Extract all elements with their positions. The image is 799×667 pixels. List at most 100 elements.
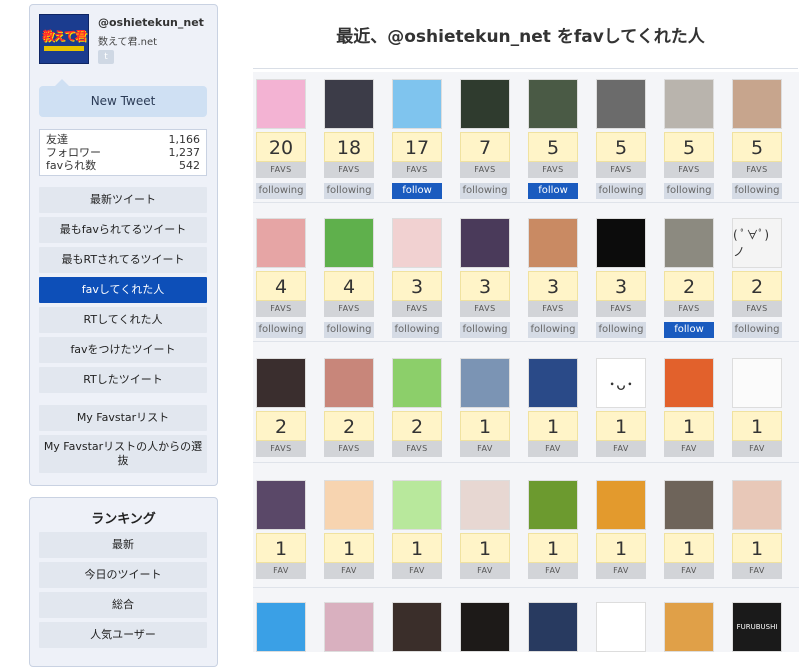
faver-cell: 5 FAVS following (664, 79, 714, 199)
following-button[interactable]: following (596, 183, 646, 199)
faver-cell: 3 FAVS following (596, 218, 646, 338)
user-avatar[interactable] (664, 218, 714, 268)
profile-handle[interactable]: @oshietekun_net (98, 16, 204, 29)
user-avatar[interactable] (256, 358, 306, 408)
user-avatar[interactable] (596, 218, 646, 268)
user-avatar[interactable] (392, 480, 442, 530)
ranking-item-overall[interactable]: 総合 (39, 592, 207, 618)
following-button[interactable]: following (732, 322, 782, 338)
user-avatar[interactable] (664, 602, 714, 652)
fav-label: FAV (324, 563, 374, 579)
new-tweet-button[interactable]: New Tweet (39, 79, 207, 117)
fav-count: 1 (392, 533, 442, 563)
fav-count: 1 (324, 533, 374, 563)
menu-item-most-rt[interactable]: 最もRTされてるツイート (39, 247, 207, 273)
user-avatar[interactable] (596, 480, 646, 530)
faver-cell (596, 602, 646, 652)
row-divider (253, 341, 799, 342)
menu-item-most-faved[interactable]: 最もfavられてるツイート (39, 217, 207, 243)
following-button[interactable]: following (324, 183, 374, 199)
user-avatar[interactable] (324, 480, 374, 530)
user-avatar[interactable] (392, 602, 442, 652)
user-avatar[interactable] (528, 218, 578, 268)
menu-item-favstar-list[interactable]: My Favstarリスト (39, 405, 207, 431)
stats-box: 友達 1,166 フォロワー 1,237 favられ数 542 (39, 129, 207, 176)
user-avatar[interactable] (664, 358, 714, 408)
faver-cell (392, 602, 442, 652)
user-avatar[interactable]: ･ᴗ･ (596, 358, 646, 408)
following-button[interactable]: following (664, 183, 714, 199)
user-avatar[interactable] (460, 218, 510, 268)
user-avatar[interactable] (664, 79, 714, 129)
user-avatar[interactable] (460, 79, 510, 129)
user-avatar[interactable] (528, 602, 578, 652)
user-avatar[interactable] (528, 480, 578, 530)
user-avatar[interactable] (528, 79, 578, 129)
user-avatar[interactable] (256, 79, 306, 129)
fav-count: 2 (664, 271, 714, 301)
user-avatar[interactable] (392, 79, 442, 129)
ranking-item-popular-users[interactable]: 人気ユーザー (39, 622, 207, 648)
avatar[interactable]: 教えて君 (39, 14, 89, 64)
user-avatar[interactable] (528, 358, 578, 408)
fav-count: 1 (256, 533, 306, 563)
following-button[interactable]: following (460, 183, 510, 199)
fav-count: 5 (528, 132, 578, 162)
user-avatar[interactable] (732, 358, 782, 408)
ranking-item-latest[interactable]: 最新 (39, 532, 207, 558)
fav-count: 3 (392, 271, 442, 301)
menu-item-faved-by[interactable]: favしてくれた人 (39, 277, 207, 303)
menu-gap (39, 397, 207, 405)
page-title: 最近、@oshietekun_net をfavしてくれた人 (336, 27, 705, 47)
user-avatar[interactable] (392, 358, 442, 408)
following-button[interactable]: following (732, 183, 782, 199)
fav-label: FAVS (324, 301, 374, 317)
following-button[interactable]: following (528, 322, 578, 338)
following-button[interactable]: following (324, 322, 374, 338)
user-avatar[interactable] (460, 480, 510, 530)
fav-label: FAVS (596, 162, 646, 178)
user-avatar[interactable] (732, 480, 782, 530)
follow-button[interactable]: follow (528, 183, 578, 199)
ranking-item-today[interactable]: 今日のツイート (39, 562, 207, 588)
menu-item-rt-by[interactable]: RTしてくれた人 (39, 307, 207, 333)
user-avatar[interactable] (256, 218, 306, 268)
user-avatar[interactable] (256, 480, 306, 530)
fav-label: FAVS (324, 162, 374, 178)
user-avatar[interactable] (392, 218, 442, 268)
fav-label: FAVS (664, 301, 714, 317)
user-avatar[interactable] (596, 79, 646, 129)
user-avatar[interactable] (324, 218, 374, 268)
follow-button[interactable]: follow (392, 183, 442, 199)
user-avatar[interactable] (324, 79, 374, 129)
user-avatar[interactable] (324, 602, 374, 652)
avatar-logo-text: 教えて君 (42, 29, 86, 43)
user-avatar[interactable] (256, 602, 306, 652)
user-avatar[interactable] (460, 602, 510, 652)
following-button[interactable]: following (392, 322, 442, 338)
twitter-bird-icon[interactable]: t (98, 50, 114, 64)
fav-count: 3 (528, 271, 578, 301)
fav-label: FAVS (596, 301, 646, 317)
user-avatar[interactable] (732, 79, 782, 129)
following-button[interactable]: following (460, 322, 510, 338)
user-avatar[interactable]: FURUBUSHI (732, 602, 782, 652)
menu-item-latest-tweets[interactable]: 最新ツイート (39, 187, 207, 213)
menu-item-faved-tweets[interactable]: favをつけたツイート (39, 337, 207, 363)
stat-value: 1,166 (168, 133, 201, 146)
faver-cell: 1 FAV (528, 358, 578, 457)
menu-item-my-rts[interactable]: RTしたツイート (39, 367, 207, 393)
user-avatar[interactable]: ( ﾟ∀ﾟ)ノ (732, 218, 782, 268)
user-avatar[interactable] (460, 358, 510, 408)
following-button[interactable]: following (256, 322, 306, 338)
fav-label: FAV (596, 563, 646, 579)
follow-button[interactable]: follow (664, 322, 714, 338)
menu-item-favstar-list-picks[interactable]: My Favstarリストの人からの選抜 (39, 435, 207, 473)
following-button[interactable]: following (596, 322, 646, 338)
faver-cell (664, 602, 714, 652)
following-button[interactable]: following (256, 183, 306, 199)
user-avatar[interactable] (324, 358, 374, 408)
fav-label: FAV (664, 563, 714, 579)
user-avatar[interactable] (664, 480, 714, 530)
user-avatar[interactable] (596, 602, 646, 652)
